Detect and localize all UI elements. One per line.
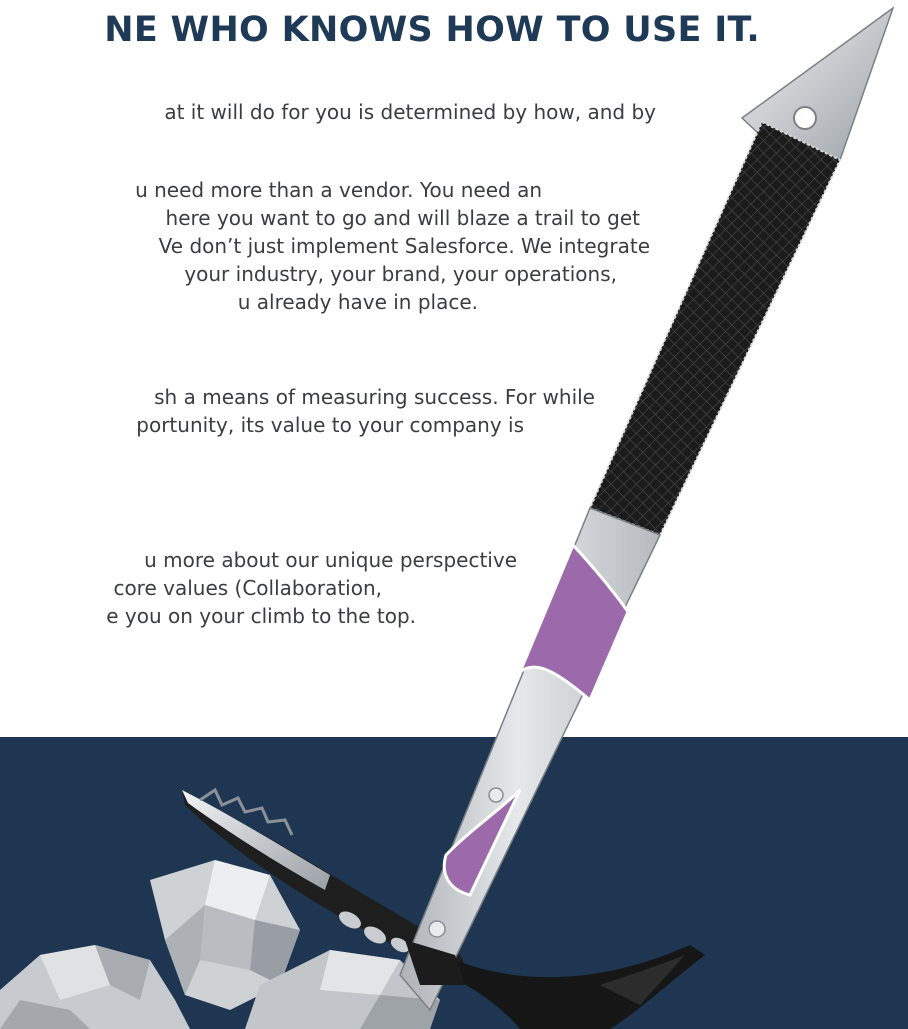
ice-axe-illustration	[0, 5, 895, 1029]
adze-blade	[445, 945, 705, 1029]
rock-icon	[0, 860, 440, 1029]
axe-shaft	[399, 5, 895, 1012]
